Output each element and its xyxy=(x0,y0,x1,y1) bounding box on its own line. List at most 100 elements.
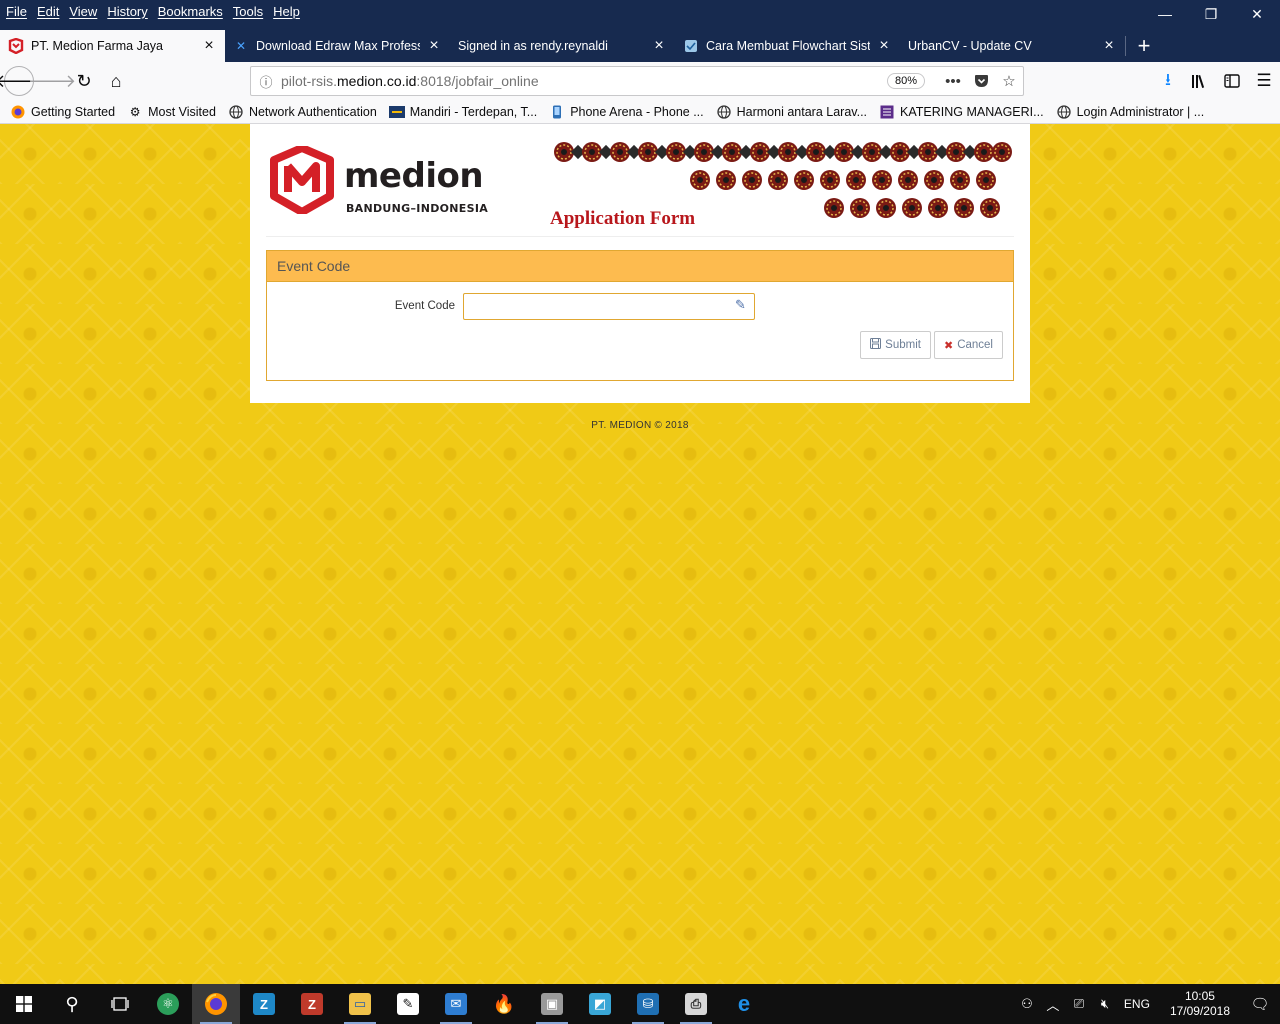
save-icon xyxy=(870,338,882,352)
library-icon[interactable] xyxy=(1184,65,1216,97)
firefox-taskbar-icon[interactable] xyxy=(192,984,240,1024)
bookmark-mandiri[interactable]: Mandiri - Terdepan, T... xyxy=(388,104,538,120)
phone-icon xyxy=(549,104,565,120)
close-icon[interactable]: × xyxy=(1101,37,1117,54)
shield-favicon-icon xyxy=(683,38,699,54)
tab-title: Signed in as rendy.reynaldi xyxy=(458,39,608,53)
zoom-indicator[interactable]: 80% xyxy=(886,73,925,89)
installer-app-icon[interactable]: ⎙ xyxy=(672,984,720,1024)
file-explorer-icon[interactable]: ▭ xyxy=(336,984,384,1024)
edraw-app-icon[interactable]: ◩ xyxy=(576,984,624,1024)
menu-edit[interactable]: Edit xyxy=(37,4,59,19)
start-button[interactable] xyxy=(0,984,48,1024)
menu-bookmarks[interactable]: Bookmarks xyxy=(158,4,223,19)
cancel-label: Cancel xyxy=(957,339,993,351)
sidebar-icon[interactable] xyxy=(1216,65,1248,97)
people-icon[interactable]: ⚇ xyxy=(1014,996,1040,1012)
outlook-app-icon[interactable]: ✉ xyxy=(432,984,480,1024)
bookmark-phone-arena[interactable]: Phone Arena - Phone ... xyxy=(549,104,704,120)
info-icon[interactable]: ⓘ xyxy=(251,72,281,91)
header-divider xyxy=(266,236,1014,237)
event-code-label: Event Code xyxy=(394,300,455,312)
url-text[interactable]: pilot-rsis.medion.co.id:8018/jobfair_onl… xyxy=(281,73,887,89)
sql-app-icon[interactable]: ⛁ xyxy=(624,984,672,1024)
bookmark-katering[interactable]: KATERING MANAGERI... xyxy=(879,104,1044,120)
notepad-app-icon[interactable]: ✎ xyxy=(384,984,432,1024)
url-suffix: :8018/jobfair_online xyxy=(416,73,539,89)
home-button[interactable]: ⌂ xyxy=(100,65,132,97)
page-viewport: medion BANDUNG–INDONESIA Application For… xyxy=(0,124,1280,984)
clock[interactable]: 10:05 17/09/2018 xyxy=(1170,989,1230,1019)
close-window-button[interactable]: ✕ xyxy=(1234,0,1280,28)
bookmark-star-icon[interactable]: ☆ xyxy=(995,72,1023,90)
new-tab-button[interactable]: + xyxy=(1126,30,1162,62)
menu-tools[interactable]: Tools xyxy=(233,4,263,19)
times-icon: ✖ xyxy=(943,339,954,352)
task-view-icon[interactable] xyxy=(96,984,144,1024)
address-bar[interactable]: ⓘ pilot-rsis.medion.co.id:8018/jobfair_o… xyxy=(250,66,1024,96)
flame-app-icon[interactable]: 🔥 xyxy=(480,984,528,1024)
url-prefix: pilot-rsis. xyxy=(281,73,338,89)
globe-icon xyxy=(1056,104,1072,120)
bookmark-most-visited[interactable]: ⚙ Most Visited xyxy=(127,104,216,120)
volume-muted-icon[interactable]: 🔇︎ xyxy=(1092,996,1118,1012)
window-controls: — ❐ ✕ xyxy=(1142,0,1280,28)
filezilla-app-icon[interactable]: Z xyxy=(288,984,336,1024)
application-form-banner: Application Form xyxy=(550,136,1014,229)
cancel-button[interactable]: ✖ Cancel xyxy=(933,331,1003,359)
bookmark-getting-started[interactable]: Getting Started xyxy=(10,104,115,120)
edge-browser-icon[interactable]: e xyxy=(720,984,768,1024)
input-language[interactable]: ENG xyxy=(1124,997,1150,1011)
globe-icon xyxy=(228,104,244,120)
minimize-button[interactable]: — xyxy=(1142,0,1188,28)
tab-title: UrbanCV - Update CV xyxy=(908,39,1032,53)
close-icon[interactable]: × xyxy=(651,37,667,54)
close-icon[interactable]: × xyxy=(876,37,892,54)
event-code-panel: Event Code Event Code ✎ Submit ✖ Cancel xyxy=(266,250,1014,381)
bookmark-label: KATERING MANAGERI... xyxy=(900,104,1044,119)
bookmark-label: Login Administrator | ... xyxy=(1076,104,1205,119)
event-code-input[interactable] xyxy=(463,293,755,320)
url-domain: medion.co.id xyxy=(337,73,417,89)
bookmark-harmoni[interactable]: Harmoni antara Larav... xyxy=(716,104,867,120)
menu-file[interactable]: File xyxy=(6,4,27,19)
restore-button[interactable]: ❐ xyxy=(1188,0,1234,28)
menu-bar: File Edit View History Bookmarks Tools H… xyxy=(0,0,310,22)
toolbar-right: ⭳ ☰ xyxy=(1152,62,1280,100)
tab-urbancv[interactable]: UrbanCV - Update CV × xyxy=(900,30,1125,62)
action-center-icon[interactable]: 🗨︎ xyxy=(1240,984,1280,1024)
tab-medion[interactable]: PT. Medion Farma Jaya × xyxy=(0,30,225,62)
submit-button[interactable]: Submit xyxy=(860,331,931,359)
tab-signed-in[interactable]: Signed in as rendy.reynaldi × xyxy=(450,30,675,62)
firefox-icon xyxy=(10,104,26,120)
image-app-icon[interactable]: ▣ xyxy=(528,984,576,1024)
bookmark-label: Most Visited xyxy=(148,104,216,119)
menu-history[interactable]: History xyxy=(107,4,147,19)
zotero-app-icon[interactable]: Z xyxy=(240,984,288,1024)
close-icon[interactable]: × xyxy=(201,37,217,54)
medion-favicon-icon xyxy=(8,38,24,54)
bookmark-login-administrator[interactable]: Login Administrator | ... xyxy=(1056,104,1205,120)
show-hidden-icons-icon[interactable]: ︿ xyxy=(1040,995,1066,1014)
menu-view[interactable]: View xyxy=(69,4,97,19)
bookmark-network-authentication[interactable]: Network Authentication xyxy=(228,104,377,120)
bookmark-label: Mandiri - Terdepan, T... xyxy=(409,104,538,119)
pocket-icon[interactable] xyxy=(967,74,995,88)
menu-help[interactable]: Help xyxy=(273,4,300,19)
form-actions: Submit ✖ Cancel xyxy=(857,331,1003,359)
window-titlebar: File Edit View History Bookmarks Tools H… xyxy=(0,0,1280,30)
network-icon[interactable]: ⎚ xyxy=(1066,996,1092,1012)
close-icon[interactable]: × xyxy=(426,37,442,54)
tab-flowchart[interactable]: Cara Membuat Flowchart Sistem × xyxy=(675,30,900,62)
clock-date: 17/09/2018 xyxy=(1169,1004,1230,1018)
tab-edraw[interactable]: ✕ Download Edraw Max Professional × xyxy=(225,30,450,62)
reload-button[interactable]: ↻ xyxy=(68,65,100,97)
search-icon[interactable]: ⚲ xyxy=(48,984,96,1024)
downloads-icon[interactable]: ⭳ xyxy=(1152,65,1184,97)
menu-icon[interactable]: ☰ xyxy=(1248,65,1280,97)
forward-button[interactable]: 🡒 xyxy=(28,65,76,97)
tab-title: Cara Membuat Flowchart Sistem xyxy=(706,39,870,53)
atom-app-icon[interactable]: ⚛ xyxy=(144,984,192,1024)
page-actions-icon[interactable]: ••• xyxy=(939,73,967,90)
bookmark-label: Phone Arena - Phone ... xyxy=(570,104,704,119)
